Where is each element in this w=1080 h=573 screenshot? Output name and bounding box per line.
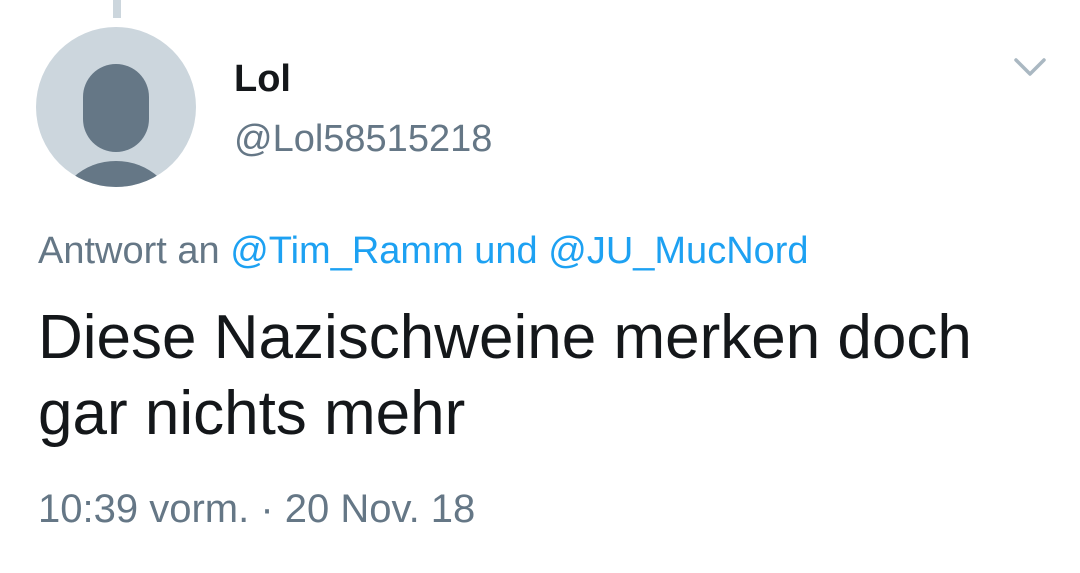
reply-joiner: und	[474, 230, 538, 272]
display-name[interactable]: Lol	[234, 57, 291, 101]
user-handle[interactable]: @Lol58515218	[234, 117, 492, 161]
tweet-text: Diese Nazischweine merken doch gar nicht…	[38, 303, 972, 448]
chevron-down-icon[interactable]	[1012, 54, 1048, 80]
avatar[interactable]	[36, 27, 196, 187]
tweet-timestamp[interactable]: 10:39 vorm. · 20 Nov. 18	[38, 486, 475, 532]
reply-context: Antwort an @Tim_Ramm und @JU_MucNord	[38, 228, 809, 274]
tweet-date: 20 Nov. 18	[284, 487, 476, 531]
mention-link-ju-mucnord[interactable]: @JU_MucNord	[548, 230, 808, 272]
timestamp-separator: ·	[260, 487, 274, 531]
reply-prefix: Antwort an	[38, 230, 220, 272]
tweet-time: 10:39 vorm.	[38, 487, 250, 531]
thread-connector-line	[113, 0, 121, 18]
default-profile-icon	[83, 64, 149, 152]
mention-link-tim-ramm[interactable]: @Tim_Ramm	[230, 230, 464, 272]
